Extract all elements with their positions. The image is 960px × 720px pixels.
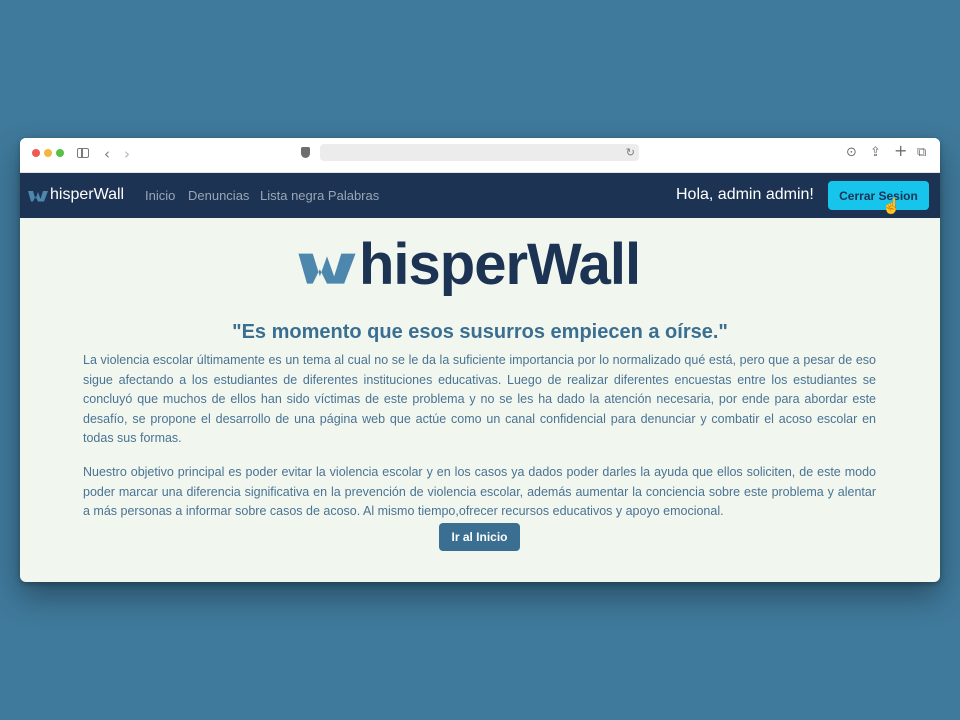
hero-logo: hisperWall (295, 231, 641, 298)
hero-brand-text: hisperWall (359, 232, 641, 297)
tabs-overview-icon[interactable]: ⧉ (917, 144, 926, 162)
sidebar-toggle-icon[interactable] (77, 148, 89, 158)
share-icon[interactable]: ⇪ (870, 144, 881, 162)
download-icon[interactable]: ⊙ (846, 144, 857, 162)
browser-window: ‹ › ↻ ⊙ ⇪ + ⧉ hisperWall Inicio Denuncia… (20, 138, 940, 582)
nav-link-lista-negra[interactable]: Lista negra Palabras (260, 188, 379, 203)
hand-cursor-icon: ☝ (882, 198, 901, 215)
new-tab-icon[interactable]: + (894, 142, 907, 160)
user-greeting: Hola, admin admin! (676, 186, 814, 203)
slogan-heading: "Es momento que esos susurros empiecen a… (232, 321, 728, 343)
address-bar[interactable]: ↻ (320, 144, 639, 161)
close-window-button[interactable] (32, 149, 40, 157)
zoom-window-button[interactable] (56, 149, 64, 157)
go-home-button[interactable]: Ir al Inicio (439, 523, 520, 551)
site-navbar: hisperWall Inicio Denuncias Lista negra … (20, 173, 940, 218)
objective-paragraph: Nuestro objetivo principal es poder evit… (83, 465, 876, 518)
whisperwall-w-logo-icon (28, 191, 48, 202)
forward-icon[interactable]: › (124, 144, 130, 164)
whisperwall-w-large-icon (298, 253, 356, 284)
minimize-window-button[interactable] (44, 149, 52, 157)
nav-link-inicio[interactable]: Inicio (145, 188, 175, 203)
browser-toolbar: ‹ › ↻ ⊙ ⇪ + ⧉ (20, 138, 940, 173)
intro-paragraph: La violencia escolar últimamente es un t… (83, 353, 876, 445)
navbar-brand-text: hisperWall (50, 186, 125, 203)
privacy-shield-icon[interactable] (301, 147, 310, 158)
back-icon[interactable]: ‹ (104, 144, 110, 164)
reload-icon[interactable]: ↻ (626, 144, 635, 161)
logout-button[interactable]: Cerrar Sesion (828, 181, 929, 210)
nav-link-denuncias[interactable]: Denuncias (188, 188, 249, 203)
navbar-logo[interactable]: hisperWall (27, 184, 124, 206)
